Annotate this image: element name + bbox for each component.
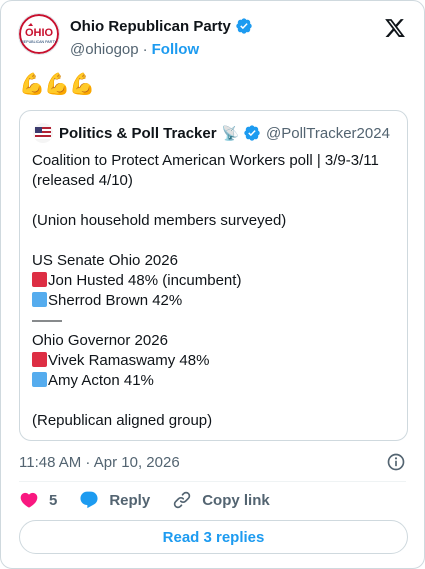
quote-line: (Republican aligned group) bbox=[32, 412, 213, 429]
verified-badge-icon bbox=[236, 18, 252, 34]
quoted-tweet-header: Politics & Poll Tracker 📡 @PollTracker20… bbox=[33, 123, 390, 143]
ohio-gop-logo-icon: OHIO REPUBLICAN PARTY bbox=[19, 14, 59, 54]
tweet-text: 💪💪💪 bbox=[19, 73, 95, 96]
read-replies-button[interactable]: Read 3 replies bbox=[19, 520, 408, 554]
quoted-avatar bbox=[33, 123, 53, 143]
quote-line: US Senate Ohio 2026 bbox=[32, 252, 178, 269]
copy-link-button[interactable]: Copy link bbox=[172, 490, 270, 510]
quote-line: (Union household members surveyed) bbox=[32, 212, 287, 229]
quote-line bbox=[32, 231, 400, 251]
tweet-card: OHIO REPUBLICAN PARTY Ohio Republican Pa… bbox=[0, 0, 425, 569]
avatar-text: OHIO bbox=[25, 27, 54, 39]
quote-line: Jon Husted 48% (incumbent) bbox=[32, 271, 400, 291]
blue-square-icon bbox=[32, 372, 47, 387]
copy-link-label: Copy link bbox=[202, 491, 270, 509]
info-icon[interactable] bbox=[386, 452, 406, 472]
quote-line: (released 4/10) bbox=[32, 172, 133, 189]
follow-button[interactable]: Follow bbox=[152, 41, 200, 58]
quoted-tweet[interactable]: Politics & Poll Tracker 📡 @PollTracker20… bbox=[19, 110, 408, 441]
x-logo-icon[interactable] bbox=[384, 17, 406, 39]
quote-line: Coalition to Protect American Workers po… bbox=[32, 152, 379, 169]
reply-button[interactable]: Reply bbox=[79, 490, 150, 510]
avatar[interactable]: OHIO REPUBLICAN PARTY bbox=[18, 13, 60, 55]
reply-icon bbox=[80, 491, 98, 509]
divider bbox=[19, 481, 406, 482]
author-name[interactable]: Ohio Republican Party bbox=[70, 18, 231, 35]
tweet-meta: 11:48 AM · Apr 10, 2026 bbox=[19, 452, 406, 472]
quoted-tweet-body: Coalition to Protect American Workers po… bbox=[32, 151, 400, 431]
quote-line bbox=[32, 191, 400, 211]
author-handle[interactable]: @ohiogop bbox=[70, 41, 139, 58]
like-count: 5 bbox=[49, 491, 58, 509]
red-square-icon bbox=[32, 272, 47, 287]
author-handle-row: @ohiogop · Follow bbox=[70, 41, 199, 58]
heart-icon bbox=[20, 492, 38, 508]
quoted-author-name: Politics & Poll Tracker bbox=[59, 124, 217, 142]
link-icon bbox=[174, 491, 191, 509]
quoted-verified-badge-icon bbox=[244, 125, 260, 141]
quote-line: Sherrod Brown 42% bbox=[32, 291, 400, 311]
quoted-author-handle: @PollTracker2024 bbox=[266, 124, 390, 142]
red-square-icon bbox=[32, 352, 47, 367]
quote-line: Amy Acton 41% bbox=[32, 371, 400, 391]
blue-square-icon bbox=[32, 292, 47, 307]
quote-line: Vivek Ramaswamy 48% bbox=[32, 351, 400, 371]
quote-line: Ohio Governor 2026 bbox=[32, 332, 168, 349]
reply-label: Reply bbox=[109, 491, 151, 509]
quote-line bbox=[32, 391, 400, 411]
like-button[interactable]: 5 bbox=[19, 490, 57, 510]
avatar-subtext: REPUBLICAN PARTY bbox=[21, 40, 57, 44]
flag-icon bbox=[35, 127, 51, 139]
satellite-dish-icon: 📡 bbox=[221, 124, 240, 141]
timestamp[interactable]: 11:48 AM · Apr 10, 2026 bbox=[19, 454, 180, 471]
separator-dot: · bbox=[142, 41, 148, 58]
author-name-row: Ohio Republican Party bbox=[70, 17, 253, 35]
action-bar: 5 Reply Copy link bbox=[19, 490, 292, 510]
quote-line: —— bbox=[32, 312, 62, 329]
